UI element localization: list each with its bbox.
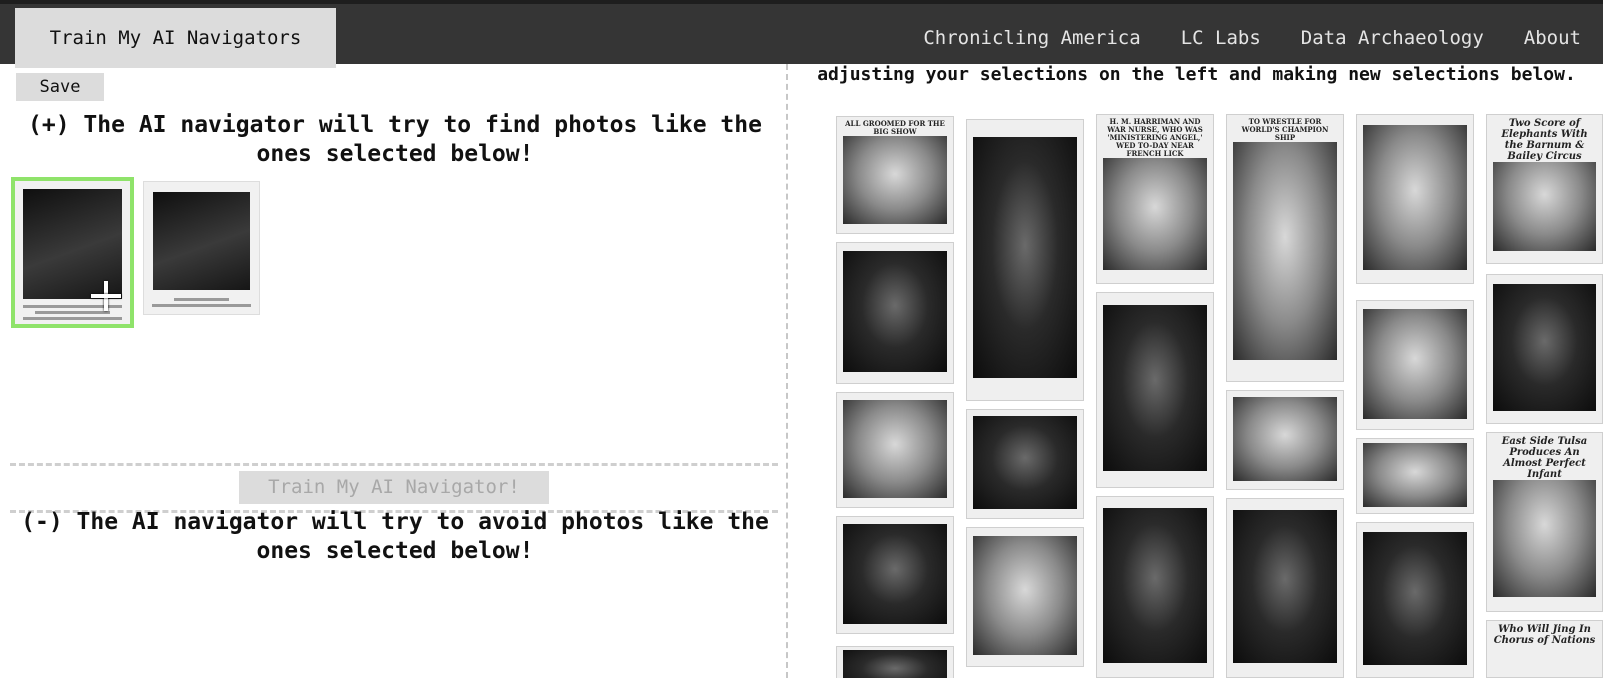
positive-thumb-cat-1[interactable] [11, 177, 134, 328]
result-photo-borzoi-dogs[interactable] [836, 242, 954, 384]
result-photo-spotted-dog[interactable] [836, 392, 954, 508]
result-photo-wrestler[interactable]: TO WRESTLE FOR WORLD'S CHAMPION SHIP [1226, 114, 1344, 382]
result-photo-groomed-dog[interactable]: ALL GROOMED FOR THE BIG SHOW [836, 116, 954, 234]
result-photo-veiled-woman[interactable] [1356, 522, 1474, 678]
result-photo-horse-child[interactable] [1356, 300, 1474, 430]
negative-heading: (-) The AI navigator will try to avoid p… [21, 509, 769, 564]
photo-results-panel: adjusting your selections on the left an… [790, 64, 1603, 678]
result-photo-liberty-bell[interactable] [1226, 498, 1344, 678]
result-photo-bride[interactable] [1096, 292, 1214, 488]
result-photo-bearded-man[interactable] [1096, 496, 1214, 678]
result-photo-harriman-nurse[interactable]: H. M. HARRIMAN AND WAR NURSE, WHO WAS 'M… [1096, 114, 1214, 284]
nav-link-about[interactable]: About [1504, 8, 1603, 68]
result-photo-chorus-nations[interactable]: Who Will Jing In Chorus of Nations [1486, 620, 1603, 678]
positive-heading: (+) The AI navigator will try to find ph… [28, 112, 762, 167]
result-photo-col1-bottom[interactable] [836, 646, 954, 678]
result-photo-cats-bowl[interactable] [1356, 438, 1474, 514]
add-plus-icon[interactable] [91, 281, 121, 311]
top-navbar: Train My AI Navigators Chronicling Ameri… [0, 0, 1603, 68]
result-photo-shark[interactable] [1356, 114, 1474, 284]
result-photo-bulldog[interactable] [836, 516, 954, 634]
nav-links: Chronicling America LC Labs Data Archaeo… [903, 8, 1603, 68]
result-photo-tulsa-infant[interactable]: East Side Tulsa Produces An Almost Perfe… [1486, 432, 1603, 612]
result-photo-bird[interactable] [966, 409, 1084, 519]
nav-brand-tab[interactable]: Train My AI Navigators [15, 8, 336, 68]
result-photo-bell-sketch[interactable] [966, 119, 1084, 401]
selection-panel: Save (+) The AI navigator will try to fi… [0, 64, 788, 678]
nav-link-lc-labs[interactable]: LC Labs [1161, 8, 1281, 68]
divider-top [10, 463, 778, 466]
positive-thumb-cat-2[interactable] [143, 181, 260, 315]
result-photo-terrier[interactable] [1226, 390, 1344, 490]
instructions-text: adjusting your selections on the left an… [817, 64, 1576, 85]
result-photo-man-portrait[interactable] [1486, 274, 1603, 424]
nav-link-chronicling-america[interactable]: Chronicling America [903, 8, 1160, 68]
result-photo-pug[interactable] [966, 527, 1084, 667]
save-button[interactable]: Save [16, 73, 104, 101]
nav-link-data-archaeology[interactable]: Data Archaeology [1281, 8, 1504, 68]
result-photo-elephants[interactable]: Two Score of Elephants With the Barnum &… [1486, 114, 1603, 264]
train-navigator-button[interactable]: Train My AI Navigator! [239, 471, 549, 504]
